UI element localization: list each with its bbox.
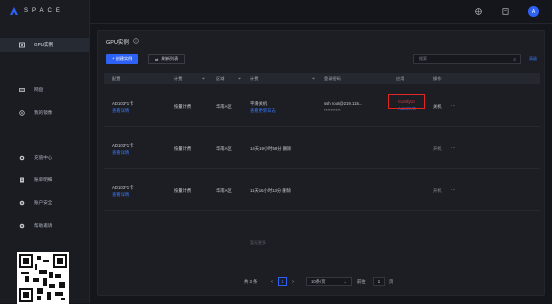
empty-note: 暂无更多 (250, 240, 266, 245)
region: 华南A区 (216, 104, 232, 109)
column-header-apps: 应用 (396, 76, 405, 81)
gpu-instance-panel: GPU实例 + 创建实例 ⇄ 刷新列表 搜索 ⌕ 高级 配置 计费 ⏷ 区域 ⏷… (97, 30, 545, 296)
table-row: AD103*1卡 查看详情 按量计费 华南A区 14天19小时59分 删除 开机… (104, 131, 540, 169)
sidebar-item-label: GPU实例 (34, 42, 54, 47)
filter-icon[interactable]: ⏷ (238, 76, 241, 81)
billing-mode: 按量计费 (174, 104, 192, 109)
qr-code (17, 252, 69, 304)
sidebar-item-gpu[interactable]: GPU实例 (0, 38, 89, 52)
refresh-list-label: 刷新列表 (161, 56, 179, 61)
refresh-list-button[interactable]: ⇄ 刷新列表 (148, 54, 186, 64)
sidebar-item-label: 账户安全 (34, 200, 53, 205)
bill-icon (19, 177, 25, 183)
page-size-select[interactable]: 10条/页 ⌄ (306, 277, 352, 286)
sidebar-item-recharge[interactable]: 充值中心 (0, 151, 89, 165)
power-action-button[interactable]: 开机 (433, 146, 442, 152)
info-icon[interactable] (133, 38, 139, 46)
filter-icon[interactable]: ⏷ (202, 76, 205, 81)
sidebar-item-label: 网盘 (34, 87, 44, 92)
search-placeholder: 搜索 (419, 56, 427, 61)
instance-status: 11天16小时13分 删除 (250, 188, 291, 193)
more-actions-icon[interactable]: ⋯ (451, 187, 455, 193)
filter-icon[interactable]: ⏷ (312, 76, 315, 81)
next-page-button[interactable]: > (289, 277, 297, 286)
sidebar-item-label: 帮助邀请 (34, 223, 53, 228)
region: 华南A区 (216, 146, 232, 151)
instance-config: AD103*1卡 (112, 101, 134, 106)
password-masked[interactable]: ********** (324, 108, 341, 113)
sidebar-item-label: 账单明细 (34, 177, 53, 182)
sidebar-item-bills[interactable]: 账单明细 (0, 173, 89, 187)
sidebar-item-label: 充值中心 (34, 155, 53, 160)
view-details-link[interactable]: 查看详情 (112, 192, 129, 198)
table-header: 配置 计费 ⏷ 区域 ⏷ 计费 ⏷ 登录密码 应用 操作 (104, 73, 540, 84)
more-actions-icon[interactable]: ⋯ (451, 145, 455, 151)
search-icon[interactable]: ⌕ (513, 57, 516, 63)
power-action-button[interactable]: 开机 (433, 188, 442, 194)
globe-icon[interactable] (474, 7, 483, 16)
qr-code-icon (19, 254, 67, 302)
sidebar-item-drive[interactable]: 网盘 (0, 83, 89, 97)
table-row: AD103*1卡 查看详情 按量计费 华南A区 平滑关机 查看更新日志 ssh … (104, 89, 540, 127)
page-suffix: 页 (389, 279, 394, 284)
table-row: AD103*1卡 查看详情 按量计费 华南A区 11天16小时13分 删除 开机… (104, 173, 540, 211)
space-logo-icon (10, 7, 18, 15)
update-log-link[interactable]: 查看更新日志 (250, 108, 276, 114)
gpu-icon (19, 42, 25, 48)
column-header-billing: 计费 (174, 76, 183, 81)
instance-config: AD103*1卡 (112, 185, 134, 190)
refresh-icon: ⇄ (155, 56, 159, 62)
instance-status: 14天19小时59分 删除 (250, 146, 292, 151)
comfyui-highlight-box (388, 94, 425, 109)
power-action-button[interactable]: 关机 (433, 104, 442, 110)
sidebar-item-help[interactable]: 帮助邀请 (0, 219, 89, 233)
column-header-login: 登录密码 (324, 76, 341, 81)
instance-status: 平滑关机 (250, 101, 268, 106)
goto-page-input[interactable]: 1 (373, 277, 385, 286)
chevron-down-icon: ⌄ (343, 278, 347, 284)
pager-total: 共 3 条 (244, 279, 258, 284)
drive-icon (19, 87, 25, 93)
advanced-search-link[interactable]: 高级 (529, 56, 537, 62)
current-page[interactable]: 1 (278, 277, 287, 286)
goto-label: 前往 (357, 279, 366, 284)
more-actions-icon[interactable]: ⋯ (451, 103, 455, 109)
security-icon (19, 200, 25, 206)
avatar[interactable]: A (528, 6, 539, 17)
page-title-text: GPU实例 (106, 40, 129, 46)
brand-name: SPACE (24, 8, 64, 14)
column-header-status: 计费 (250, 76, 259, 81)
view-details-link[interactable]: 查看详情 (112, 108, 129, 114)
column-header-config: 配置 (112, 76, 121, 81)
create-instance-button[interactable]: + 创建实例 (106, 54, 139, 64)
sidebar-item-label: 我的镜像 (34, 110, 53, 115)
column-header-actions: 操作 (433, 76, 442, 81)
top-bar: A (90, 0, 552, 24)
sidebar-item-security[interactable]: 账户安全 (0, 196, 89, 210)
image-icon (19, 110, 25, 116)
sidebar: SPACE GPU实例 网盘 我的镜像 充值中心 账单明细 账户安全 帮助邀请 (0, 0, 90, 304)
brand-logo[interactable]: SPACE (10, 7, 64, 15)
column-header-region: 区域 (216, 76, 225, 81)
search-input[interactable]: 搜索 ⌕ (413, 54, 521, 64)
region: 华南A区 (216, 188, 232, 193)
view-details-link[interactable]: 查看详情 (112, 150, 129, 156)
document-icon[interactable] (501, 7, 510, 16)
sidebar-item-images[interactable]: 我的镜像 (0, 106, 89, 120)
billing-mode: 按量计费 (174, 188, 192, 193)
recharge-icon (19, 155, 25, 161)
instance-config: AD103*1卡 (112, 143, 134, 148)
help-icon (19, 223, 25, 229)
page-title: GPU实例 (106, 38, 139, 46)
page-size-value: 10条/页 (311, 278, 326, 284)
billing-mode: 按量计费 (174, 146, 192, 151)
prev-page-button[interactable]: < (268, 277, 276, 286)
ssh-command[interactable]: ssh root@219.115... (324, 101, 362, 106)
